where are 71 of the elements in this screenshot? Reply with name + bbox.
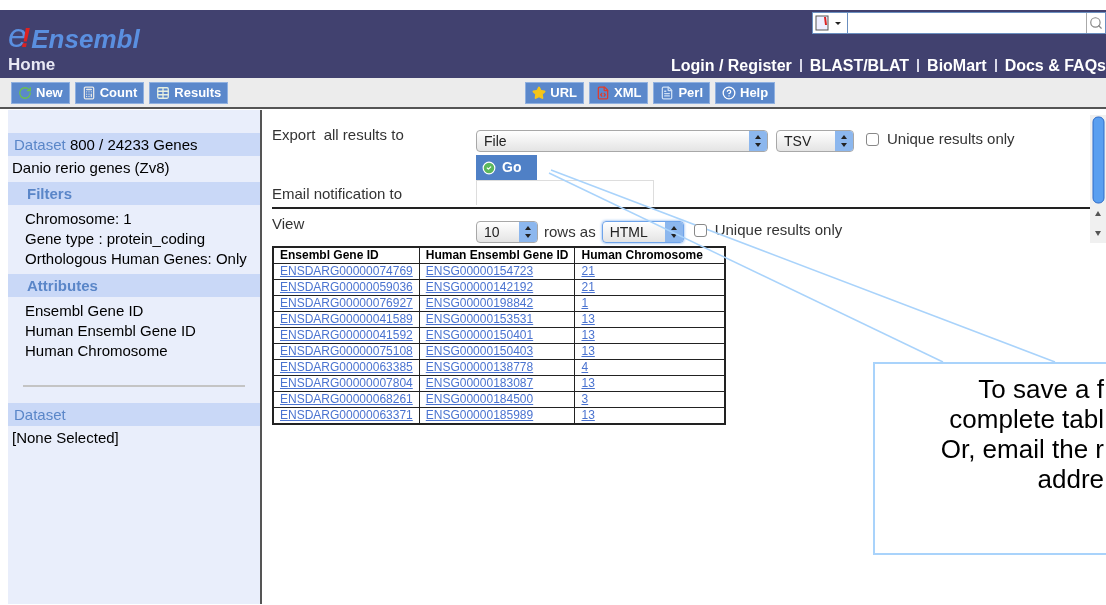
column-header: Ensembl Gene ID — [273, 246, 420, 263]
toolbar-button[interactable]: XML — [588, 81, 649, 104]
nav-link[interactable]: BioMart — [927, 53, 987, 78]
nav-link[interactable]: Login / Register — [670, 53, 792, 78]
sidebar-item: Human Ensembl Gene ID — [25, 321, 197, 341]
email-label: Email notification to — [272, 183, 404, 204]
view-label: View — [272, 214, 306, 234]
sidebar-item: Orthologous Human Genes: Only — [25, 249, 248, 269]
stepper-icon — [519, 222, 537, 243]
star-icon — [532, 85, 547, 100]
rows-as-label: rows as — [544, 222, 596, 242]
sidebar-item: Human Chromosome — [25, 341, 169, 361]
search-icon[interactable] — [1089, 16, 1103, 30]
callout-text: To save a f — [978, 374, 1104, 404]
callout-text: addre — [1037, 464, 1104, 494]
checkbox[interactable] — [693, 223, 707, 237]
view-format-select[interactable]: HTML — [601, 221, 684, 244]
sidebar-item: Chromosome: 1 — [25, 209, 133, 229]
section-header: Dataset 800 / 24233 Genes — [8, 133, 260, 156]
section-header: Filters — [8, 182, 260, 205]
table-link[interactable]: 3 — [581, 391, 589, 406]
section-header: Attributes — [8, 274, 260, 297]
page-title: Home — [8, 54, 56, 76]
email-field[interactable] — [476, 180, 654, 205]
calculator-icon — [81, 85, 96, 100]
export-label: Export all results to — [272, 125, 405, 145]
toolbar-button[interactable]: New — [11, 81, 70, 104]
table-link[interactable]: 13 — [581, 407, 595, 422]
toolbar-button[interactable]: Help — [715, 81, 776, 104]
nav-link[interactable]: BLAST/BLAT — [809, 53, 910, 78]
sidebar-item: Gene type : protein_coding — [25, 229, 207, 249]
column-header: Human Ensembl Gene ID — [419, 246, 575, 263]
table-link[interactable]: 21 — [581, 263, 595, 278]
stepper-icon — [835, 131, 853, 151]
section-header: Dataset — [8, 403, 260, 426]
go-button[interactable]: Go — [476, 155, 537, 180]
search-field[interactable] — [812, 12, 1106, 34]
format-select[interactable]: TSV — [776, 130, 854, 152]
table-link[interactable]: 13 — [581, 327, 595, 342]
toolbar-button[interactable]: URL — [525, 81, 584, 104]
table-link[interactable]: 21 — [581, 279, 595, 294]
callout-text: complete tabl — [949, 404, 1104, 434]
destination-select[interactable]: File — [476, 130, 768, 152]
help-icon — [722, 85, 736, 100]
callout-text: Or, email the r — [940, 434, 1104, 464]
toolbar-button[interactable]: Results — [149, 81, 229, 104]
scrollbar[interactable] — [1090, 115, 1106, 243]
stepper-icon — [664, 222, 683, 243]
stepper-icon — [749, 131, 767, 151]
code-file-icon — [595, 85, 610, 100]
toolbar-button[interactable]: Count — [74, 81, 145, 104]
checkbox-label: Unique results only — [887, 128, 1015, 149]
table-link[interactable]: 13 — [581, 343, 595, 358]
sidebar-text: Danio rerio genes (Zv8) — [12, 158, 171, 177]
check-icon — [482, 160, 496, 175]
nav-link[interactable]: Docs & FAQs — [1004, 53, 1106, 78]
sidebar-item: Ensembl Gene ID — [25, 301, 145, 321]
checkbox[interactable] — [866, 132, 879, 146]
refresh-icon — [18, 85, 32, 100]
table-link[interactable]: 1 — [581, 295, 589, 310]
search-engine-icon — [813, 14, 843, 32]
table-icon — [156, 85, 171, 100]
table-link[interactable]: 13 — [581, 375, 595, 390]
table-link[interactable]: 4 — [581, 359, 589, 374]
table-link[interactable]: 13 — [581, 311, 595, 326]
sidebar-text: [None Selected] — [12, 428, 120, 447]
toolbar-button[interactable]: Perl — [653, 81, 710, 104]
logo[interactable]: e!Ensembl — [8, 18, 140, 52]
rows-select[interactable]: 10 — [476, 221, 538, 244]
checkbox-label: Unique results only — [714, 220, 843, 240]
document-icon — [660, 85, 675, 100]
